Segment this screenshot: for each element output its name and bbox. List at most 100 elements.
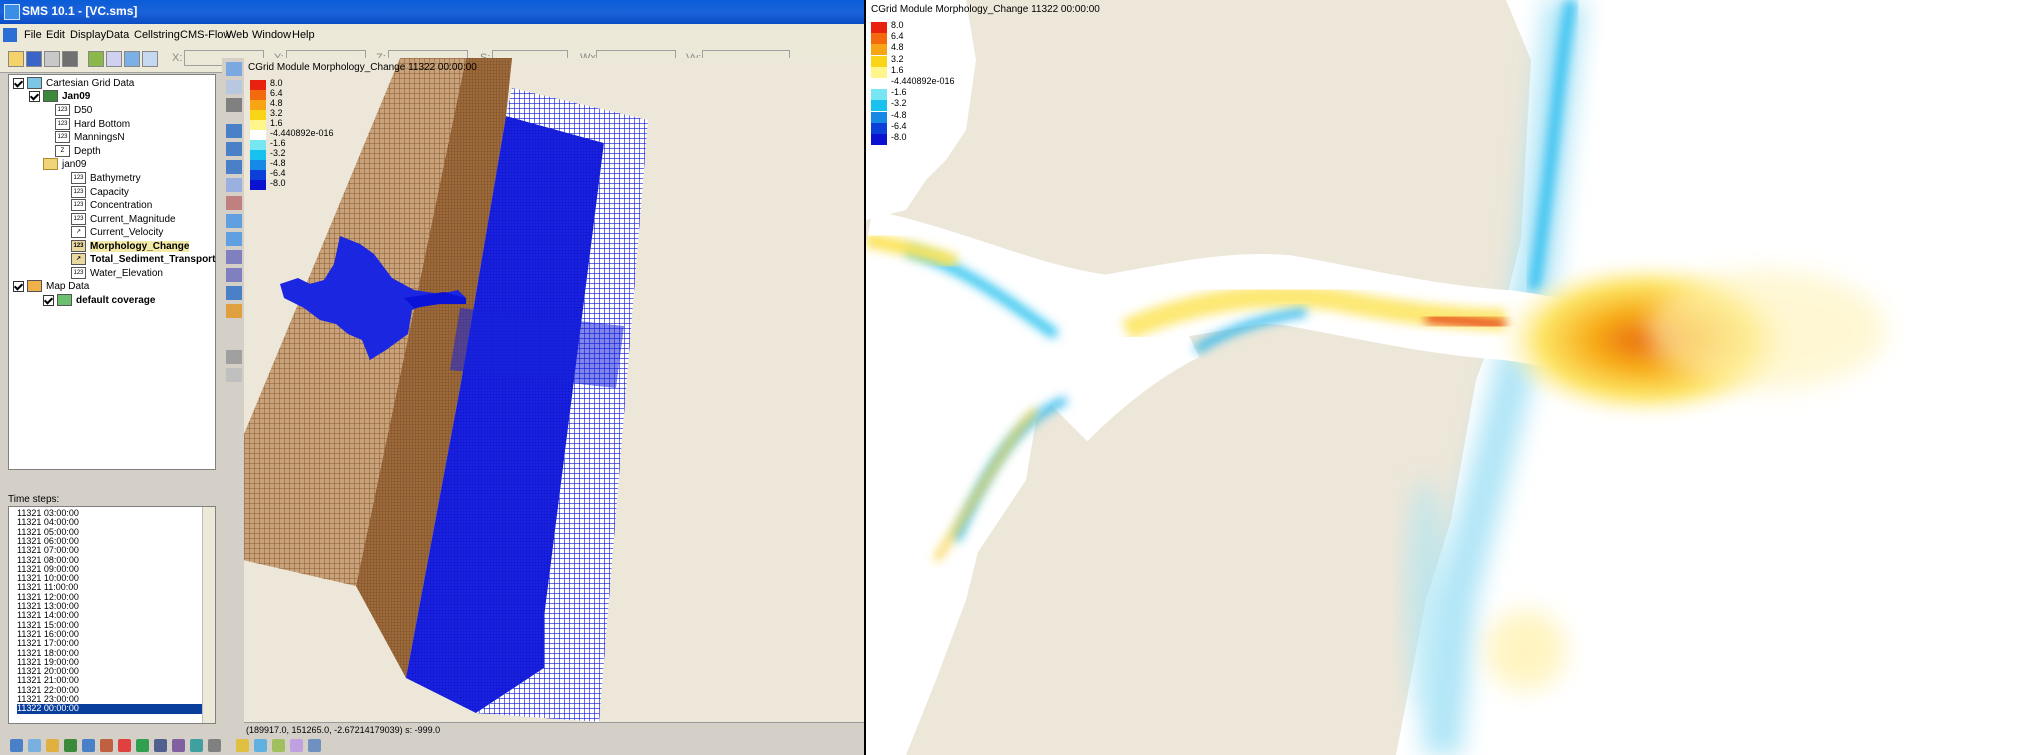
- ten-icon[interactable]: [226, 304, 242, 318]
- tree-item-default-coverage[interactable]: default coverage: [43, 294, 155, 307]
- help-icon[interactable]: [142, 51, 158, 67]
- tree-item-hard-bottom[interactable]: 123 Hard Bottom: [55, 118, 130, 131]
- select-icon[interactable]: [226, 62, 242, 76]
- list-scrollbar[interactable]: [202, 507, 215, 723]
- vector-dataset-icon: ↗: [71, 253, 86, 266]
- tree-item-depth[interactable]: Z Depth: [55, 145, 101, 158]
- delete-icon[interactable]: [62, 51, 78, 67]
- menu-data[interactable]: Data: [102, 24, 133, 46]
- tree-item-manningsn[interactable]: 123 ManningsN: [55, 131, 125, 144]
- dataset-icon: 123: [55, 118, 70, 131]
- visibility-checkbox[interactable]: [43, 294, 54, 306]
- home-icon[interactable]: [10, 739, 23, 752]
- tree-item-morphology-change[interactable]: 123 Morphology_Change: [71, 240, 190, 253]
- tree-label: Capacity: [90, 187, 129, 198]
- grid-module-icon[interactable]: [64, 739, 77, 752]
- tree-item-d50[interactable]: 123 D50: [55, 104, 92, 117]
- grid-select-icon[interactable]: [226, 286, 242, 300]
- coverage-icon: [57, 294, 72, 307]
- graphics-view[interactable]: CGrid Module Morphology_Change 11322 00:…: [244, 58, 864, 722]
- tool-c-icon[interactable]: [208, 739, 221, 752]
- legend-swatch: [250, 160, 266, 170]
- legend-swatch: [871, 55, 887, 67]
- cellstring-icon[interactable]: [226, 250, 242, 264]
- project-explorer[interactable]: Cartesian Grid Data Jan09 123 D50 123 Hard…: [8, 74, 216, 470]
- scatter-module-icon[interactable]: [100, 739, 113, 752]
- tree-label: Bathymetry: [90, 173, 141, 184]
- tree-item-cartesian-grid-data[interactable]: Cartesian Grid Data: [13, 77, 134, 90]
- refresh-icon[interactable]: [88, 51, 104, 67]
- legend-label: -8.0: [270, 178, 286, 188]
- tree-item-map-data[interactable]: Map Data: [13, 280, 89, 293]
- visibility-checkbox[interactable]: [29, 90, 40, 102]
- tool-d-icon[interactable]: [254, 739, 267, 752]
- menu-help[interactable]: Help: [288, 24, 319, 46]
- pointer-icon[interactable]: [236, 739, 249, 752]
- scissors-icon[interactable]: [226, 350, 242, 364]
- menu-edit[interactable]: Edit: [42, 24, 69, 46]
- tree-label: Cartesian Grid Data: [46, 78, 135, 89]
- tool-g-icon[interactable]: [308, 739, 321, 752]
- mesh-module-icon[interactable]: [82, 739, 95, 752]
- legend-swatch: [871, 134, 887, 145]
- print-icon[interactable]: [44, 51, 60, 67]
- globe-icon[interactable]: [136, 739, 149, 752]
- dataset-icon: 123: [71, 240, 86, 253]
- tool-f-icon[interactable]: [290, 739, 303, 752]
- legend-swatch: [871, 22, 887, 33]
- tool-a-icon[interactable]: [154, 739, 167, 752]
- tree-item-capacity[interactable]: 123 Capacity: [71, 186, 129, 199]
- tree-item-jan09[interactable]: Jan09: [29, 90, 90, 103]
- grid-icon: [43, 90, 58, 103]
- tree-item-current-velocity[interactable]: ↗ Current_Velocity: [71, 226, 163, 239]
- zoom-icon[interactable]: [226, 80, 242, 94]
- legend-swatch: [871, 111, 887, 123]
- tool-icon[interactable]: [124, 51, 140, 67]
- tree-item-bathymetry[interactable]: 123 Bathymetry: [71, 172, 141, 185]
- tree-label: Map Data: [46, 281, 90, 292]
- tree-item-jan09-folder[interactable]: jan09: [43, 158, 86, 171]
- column-tool-icon[interactable]: [226, 196, 242, 210]
- chart-icon[interactable]: [172, 739, 185, 752]
- dataset-icon: 123: [71, 213, 86, 226]
- dataset-z-icon: Z: [55, 145, 70, 158]
- legend-label: 1.6: [891, 64, 904, 75]
- tool-e-icon[interactable]: [272, 739, 285, 752]
- tool-b-icon[interactable]: [190, 739, 203, 752]
- open-icon[interactable]: [8, 51, 24, 67]
- pan-icon[interactable]: [226, 98, 242, 112]
- home2-icon[interactable]: [28, 739, 41, 752]
- grid-tool-icon[interactable]: [226, 142, 242, 156]
- frame-icon[interactable]: [106, 51, 122, 67]
- visibility-checkbox[interactable]: [13, 77, 24, 89]
- legend-swatch: [871, 122, 887, 134]
- row-tool-icon[interactable]: [226, 178, 242, 192]
- tree-label: Concentration: [90, 200, 153, 211]
- tree-item-total-sediment-transport[interactable]: ↗ Total_Sediment_Transport: [71, 253, 215, 266]
- merge-icon[interactable]: [226, 214, 242, 228]
- legend-label: -4.8: [270, 158, 286, 168]
- timestep-item[interactable]: 11322 00:00:00: [17, 703, 211, 714]
- legend-label: 6.4: [891, 31, 904, 42]
- visibility-checkbox[interactable]: [13, 280, 24, 292]
- document-icon[interactable]: [3, 28, 17, 42]
- timesteps-list[interactable]: 11321 03:00:00 11321 04:00:00 11321 05:00:…: [8, 506, 216, 724]
- cell-tool-icon[interactable]: [226, 124, 242, 138]
- tree-item-concentration[interactable]: 123 Concentration: [71, 199, 152, 212]
- home3-icon[interactable]: [46, 739, 59, 752]
- legend-swatch: [871, 78, 887, 89]
- morphology-canvas: [866, 0, 2042, 755]
- tree-item-current-magnitude[interactable]: 123 Current_Magnitude: [71, 213, 176, 226]
- legend-label: -3.2: [270, 148, 286, 158]
- save-icon[interactable]: [26, 51, 42, 67]
- morphology-view[interactable]: 8.0 6.4 4.8 3.2 1.6 -4.440892e-016 -1.6 -3.2 -4.…: [866, 0, 2042, 755]
- grid-frame-icon[interactable]: [226, 160, 242, 174]
- legend-label: 3.2: [891, 53, 904, 64]
- tree-item-water-elevation[interactable]: 123 Water_Elevation: [71, 267, 163, 280]
- split-icon[interactable]: [226, 232, 242, 246]
- map-module-icon[interactable]: [118, 739, 131, 752]
- right-view-title: CGrid Module Morphology_Change 11322 00:…: [871, 4, 1100, 15]
- mesh-icon[interactable]: [226, 268, 242, 282]
- legend-swatch: [871, 89, 887, 101]
- legend-label: -4.8: [891, 109, 907, 120]
